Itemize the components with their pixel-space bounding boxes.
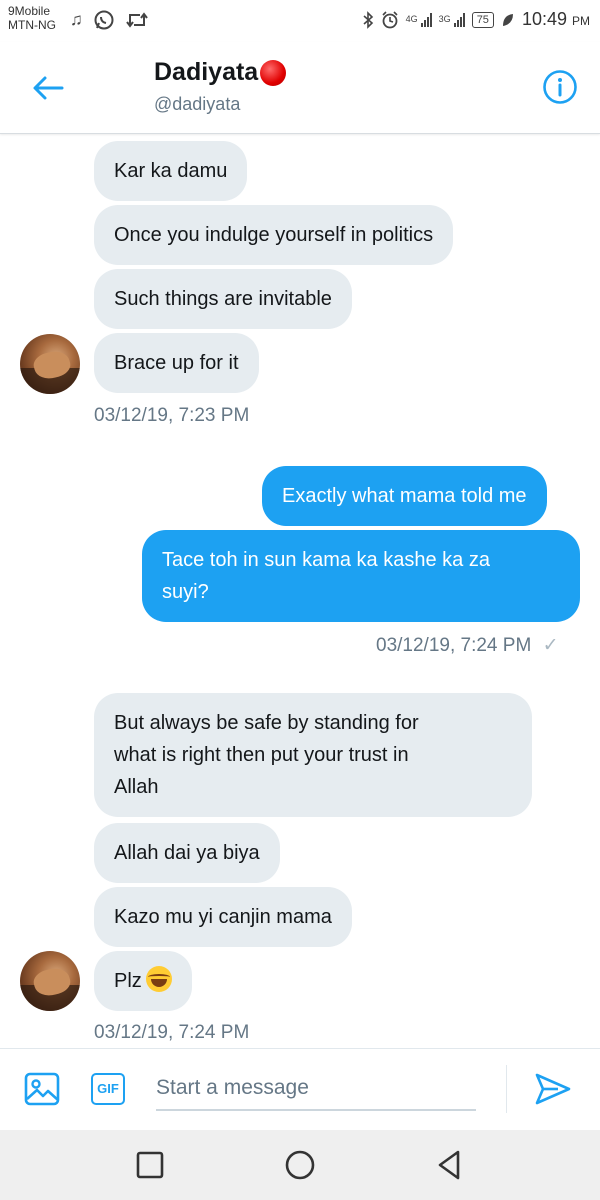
send-icon[interactable] <box>534 1071 572 1107</box>
whatsapp-icon <box>94 10 114 30</box>
incoming-message[interactable]: Such things are invitable <box>94 269 352 329</box>
music-icon: ♫ <box>70 10 83 29</box>
info-icon[interactable] <box>542 69 578 105</box>
arrow-left-icon[interactable] <box>28 70 68 106</box>
carrier-info: 9Mobile MTN-NG <box>8 4 56 32</box>
message-text: Such things are invitable <box>114 288 332 310</box>
message-text-line: Tace toh in sun kama ka kashe ka za <box>162 549 490 571</box>
avatar[interactable] <box>20 334 80 394</box>
clock-time: 10:49 <box>521 9 567 29</box>
red-circle-emoji <box>260 59 287 86</box>
read-check-icon: ✓ <box>542 635 559 656</box>
conversation-header: Dadiyata @dadiyata <box>0 42 600 134</box>
message-text: Once you indulge yourself in politics <box>114 224 434 246</box>
message-text-line: But always be safe by standing for <box>114 712 419 734</box>
signal-icon-2 <box>453 12 465 27</box>
message-timestamp: 03/12/19, 7:24 PM <box>94 1022 250 1043</box>
incoming-message[interactable]: But always be safe by standing for what … <box>94 693 532 817</box>
clock: 10:49 PM <box>522 9 590 30</box>
carrier-name-2: MTN-NG <box>8 18 56 32</box>
incoming-message[interactable]: Allah dai ya biya <box>94 823 280 883</box>
circle-icon[interactable] <box>283 1148 317 1182</box>
incoming-message[interactable]: Plz <box>94 951 192 1011</box>
message-input[interactable] <box>156 1067 476 1111</box>
message-text: Kar ka damu <box>114 160 228 182</box>
contact-name: Dadiyata <box>154 58 259 86</box>
contact-name-row[interactable]: Dadiyata <box>154 58 287 87</box>
bluetooth-icon <box>363 10 373 29</box>
system-nav-bar <box>0 1130 600 1200</box>
battery-icon: 75 <box>471 11 494 28</box>
carrier-name-1: 9Mobile <box>8 4 51 18</box>
notification-icons: ♫ <box>70 9 149 31</box>
square-icon[interactable] <box>133 1148 167 1182</box>
incoming-message[interactable]: Once you indulge yourself in politics <box>94 205 454 265</box>
message-text-line: what is right then put your trust in <box>114 744 409 766</box>
sig2-label: 3G <box>438 14 451 24</box>
message-text-line: suyi? <box>162 581 209 603</box>
divider <box>506 1065 507 1113</box>
system-icons: 4G 3G 75 10:49 PM <box>362 9 590 30</box>
message-text: Exactly what mama told me <box>282 485 527 507</box>
message-text: Plz <box>114 970 142 992</box>
message-text: Kazo mu yi canjin mama <box>114 906 332 928</box>
gif-button[interactable]: GIF <box>91 1073 125 1105</box>
image-icon[interactable] <box>24 1071 60 1107</box>
message-timestamp: 03/12/19, 7:24 PM ✓ <box>376 634 558 657</box>
alarm-icon <box>382 10 398 28</box>
compose-bar: GIF <box>0 1048 600 1131</box>
triangle-back-icon[interactable] <box>433 1148 467 1182</box>
message-text: Brace up for it <box>114 352 239 374</box>
avatar[interactable] <box>20 951 80 1011</box>
message-timestamp: 03/12/19, 7:23 PM <box>94 405 250 426</box>
timestamp-text: 03/12/19, 7:24 PM <box>376 635 532 656</box>
leaf-icon <box>502 13 513 26</box>
contact-handle: @dadiyata <box>154 94 241 114</box>
signal-icon <box>420 12 432 27</box>
laughing-emoji-icon <box>145 966 172 992</box>
sig1-label: 4G <box>405 14 418 24</box>
retweet-icon <box>125 12 148 28</box>
outgoing-message[interactable]: Tace toh in sun kama ka kashe ka za suyi… <box>142 530 580 622</box>
incoming-message[interactable]: Kazo mu yi canjin mama <box>94 887 352 947</box>
outgoing-message[interactable]: Exactly what mama told me <box>262 466 547 526</box>
message-text: Allah dai ya biya <box>114 842 260 864</box>
incoming-message[interactable]: Kar ka damu <box>94 141 248 201</box>
message-text-line: Allah <box>114 776 159 798</box>
clock-suffix: PM <box>572 14 590 28</box>
status-bar: 9Mobile MTN-NG ♫ 4G 3G 75 10:49 PM <box>0 0 600 42</box>
incoming-message[interactable]: Brace up for it <box>94 333 259 393</box>
